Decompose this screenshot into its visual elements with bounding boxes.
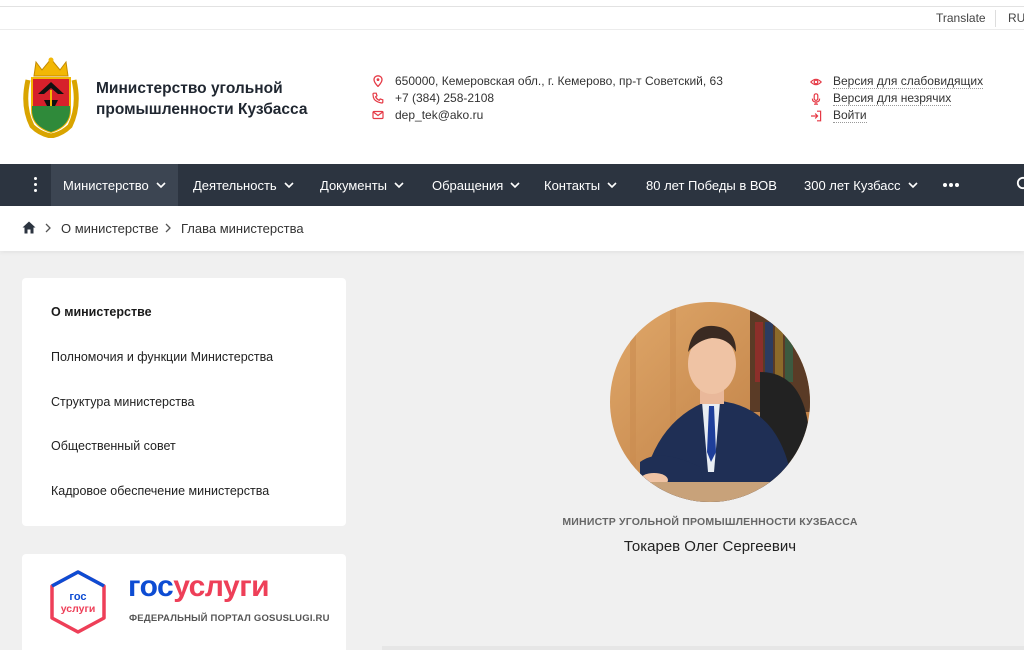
utility-divider bbox=[995, 10, 996, 27]
search-icon[interactable] bbox=[1016, 176, 1024, 192]
chevron-down-icon bbox=[607, 181, 617, 188]
chevron-down-icon bbox=[284, 181, 294, 188]
phone-link[interactable]: +7 (384) 258-2108 bbox=[395, 91, 494, 105]
gosuslugi-banner[interactable]: гос услуги госуслуги ФЕДЕРАЛЬНЫЙ ПОРТАЛ … bbox=[22, 554, 346, 650]
utility-bar: Translate RU bbox=[0, 7, 1024, 30]
address-text: 650000, Кемеровская обл., г. Кемерово, п… bbox=[395, 74, 723, 88]
chevron-down-icon bbox=[907, 181, 918, 188]
nav-item-documents[interactable]: Документы bbox=[320, 164, 404, 206]
gosuslugi-logo: гос услуги bbox=[50, 570, 106, 634]
gosuslugi-logo-top: гос bbox=[69, 591, 86, 603]
address-row: 650000, Кемеровская обл., г. Кемерово, п… bbox=[372, 74, 723, 88]
breadcrumb-item-about[interactable]: О министерстве bbox=[61, 221, 159, 236]
breadcrumb-item-current: Глава министерства bbox=[181, 221, 304, 236]
nav-item-kuzbass-300[interactable]: 300 лет Кузбасс bbox=[804, 164, 918, 206]
minister-title: МИНИСТР УГОЛЬНОЙ ПРОМЫШЛЕННОСТИ КУЗБАССА bbox=[562, 516, 858, 528]
mail-icon bbox=[372, 110, 384, 120]
sidebar-item-public-council[interactable]: Общественный совет bbox=[51, 439, 176, 453]
nav-item-ministry[interactable]: Министерство bbox=[51, 164, 178, 206]
chevron-right-icon bbox=[165, 223, 171, 233]
blind-version-label: Версия для незрячих bbox=[833, 91, 952, 106]
login-label: Войти bbox=[833, 108, 867, 123]
low-vision-link[interactable]: Версия для слабовидящих bbox=[810, 74, 984, 89]
nav-item-activity[interactable]: Деятельность bbox=[193, 164, 294, 206]
coat-of-arms-logo[interactable] bbox=[22, 56, 80, 138]
gosuslugi-logo-bottom: услуги bbox=[61, 603, 96, 615]
microphone-icon bbox=[811, 92, 821, 105]
top-strip bbox=[0, 0, 1024, 7]
nav-label: Документы bbox=[320, 177, 388, 193]
gosuslugi-subtitle: ФЕДЕРАЛЬНЫЙ ПОРТАЛ GOSUSLUGI.RU bbox=[129, 613, 330, 624]
gosuslugi-wordmark: госуслуги bbox=[128, 570, 270, 604]
chevron-down-icon bbox=[510, 181, 520, 188]
nav-item-contacts[interactable]: Контакты bbox=[544, 164, 617, 206]
sidebar-item-powers[interactable]: Полномочия и функции Министерства bbox=[51, 350, 273, 364]
chevron-down-icon bbox=[394, 181, 404, 188]
main-navigation: Министерство Деятельность Документы Обра… bbox=[0, 164, 1024, 206]
nav-label: 80 лет Победы в ВОВ bbox=[646, 177, 777, 193]
gosuslugi-word-a: гос bbox=[128, 570, 174, 603]
chevron-right-icon bbox=[45, 223, 51, 233]
site-header: Министерство угольной промышленности Куз… bbox=[0, 30, 1024, 164]
home-icon[interactable] bbox=[22, 221, 36, 234]
sidebar-menu: О министерстве Полномочия и функции Мини… bbox=[22, 278, 346, 526]
minister-portrait bbox=[610, 302, 810, 502]
sidebar-item-about[interactable]: О министерстве bbox=[51, 305, 152, 319]
nav-label: Обращения bbox=[432, 177, 504, 193]
nav-label: Деятельность bbox=[193, 177, 277, 193]
nav-label: 300 лет Кузбасс bbox=[804, 177, 901, 193]
nav-item-appeals[interactable]: Обращения bbox=[432, 164, 520, 206]
location-pin-icon bbox=[373, 75, 383, 87]
sidebar-item-staffing[interactable]: Кадровое обеспечение министерства bbox=[51, 484, 269, 498]
nav-item-victory-80[interactable]: 80 лет Победы в ВОВ bbox=[646, 164, 777, 206]
more-menu-icon[interactable] bbox=[943, 183, 961, 187]
nav-label: Министерство bbox=[63, 177, 149, 193]
breadcrumb: О министерстве Глава министерства bbox=[0, 206, 1024, 251]
phone-row: +7 (384) 258-2108 bbox=[372, 91, 494, 105]
eye-icon bbox=[810, 78, 822, 85]
kebab-menu-icon[interactable] bbox=[32, 177, 38, 193]
blind-version-link[interactable]: Версия для незрячих bbox=[810, 91, 952, 106]
nav-label: Контакты bbox=[544, 177, 601, 193]
language-switch[interactable]: RU bbox=[1008, 11, 1024, 25]
translate-link[interactable]: Translate bbox=[936, 11, 986, 25]
login-link[interactable]: Войти bbox=[810, 108, 867, 123]
login-icon bbox=[811, 110, 822, 121]
email-row: dep_tek@ako.ru bbox=[372, 108, 483, 122]
content-divider bbox=[382, 646, 1024, 650]
minister-name: Токарев Олег Сергеевич bbox=[623, 538, 797, 555]
gosuslugi-word-b: услуги bbox=[173, 570, 270, 603]
email-link[interactable]: dep_tek@ako.ru bbox=[395, 108, 483, 122]
sidebar-item-structure[interactable]: Структура министерства bbox=[51, 395, 194, 409]
phone-icon bbox=[372, 92, 384, 104]
ministry-name[interactable]: Министерство угольной промышленности Куз… bbox=[96, 78, 336, 120]
low-vision-label: Версия для слабовидящих bbox=[833, 74, 984, 89]
chevron-down-icon bbox=[156, 181, 166, 188]
